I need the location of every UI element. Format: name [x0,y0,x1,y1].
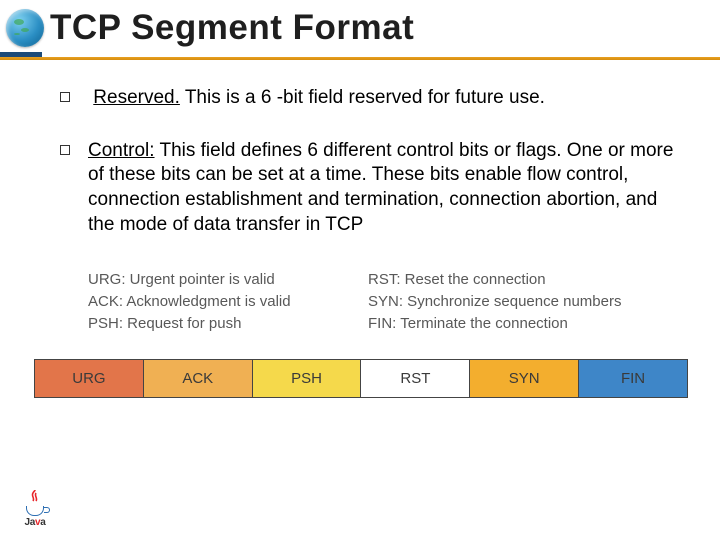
flag-def-rst: RST: Reset the connection [368,269,680,291]
bullet-control: Control: This field defines 6 different … [60,139,680,238]
flag-cell-fin: FIN [579,360,687,397]
flag-defs-left-col: URG: Urgent pointer is valid ACK: Acknow… [88,269,368,334]
term-control: Control: [88,140,155,161]
steam-icon [30,490,40,502]
slide-body: Reserved. This is a 6 -bit field reserve… [0,60,720,237]
slide-header: TCP Segment Format [0,0,720,52]
flag-def-syn: SYN: Synchronize sequence numbers [368,291,680,313]
bullet-marker-icon [60,92,70,102]
bullet-reserved: Reserved. This is a 6 -bit field reserve… [60,86,680,111]
term-reserved: Reserved. [93,87,180,108]
flag-cell-syn: SYN [470,360,579,397]
flag-def-ack: ACK: Acknowledgment is valid [88,291,368,313]
control-desc: This field defines 6 different control b… [88,140,673,235]
java-logo-icon: Java [14,496,56,528]
flag-cell-psh: PSH [253,360,362,397]
java-logo-text: Java [14,517,56,528]
flag-definitions: URG: Urgent pointer is valid ACK: Acknow… [0,265,720,344]
slide-title: TCP Segment Format [50,8,414,48]
bullet-text: Control: This field defines 6 different … [88,139,680,238]
bullet-text: Reserved. This is a 6 -bit field reserve… [88,86,545,111]
globe-icon [6,9,44,47]
flag-def-psh: PSH: Request for push [88,313,368,335]
bullet-marker-icon [60,145,70,155]
flag-cell-urg: URG [35,360,144,397]
title-rule [0,52,720,60]
flag-bar: URG ACK PSH RST SYN FIN [34,359,688,398]
flag-def-fin: FIN: Terminate the connection [368,313,680,335]
flag-def-urg: URG: Urgent pointer is valid [88,269,368,291]
java-cup-icon [24,496,46,516]
reserved-desc: This is a 6 -bit field reserved for futu… [180,87,545,108]
flag-cell-ack: ACK [144,360,253,397]
flag-cell-rst: RST [361,360,470,397]
flag-defs-right-col: RST: Reset the connection SYN: Synchroni… [368,269,680,334]
